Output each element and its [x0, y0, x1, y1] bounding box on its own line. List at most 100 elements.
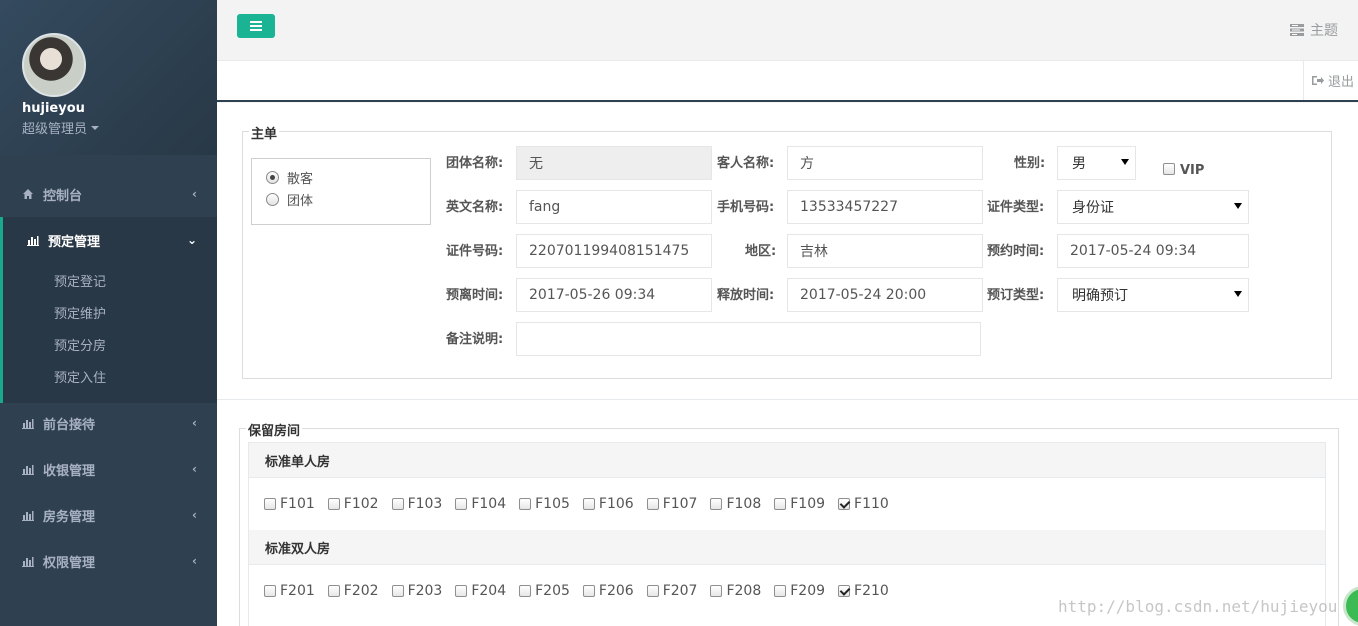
- checkbox[interactable]: [455, 585, 468, 597]
- checkbox[interactable]: [519, 585, 532, 597]
- checkbox[interactable]: [391, 585, 404, 597]
- gender-label: 性别:: [1014, 156, 1046, 171]
- room-checkbox-f110[interactable]: F110: [838, 496, 889, 512]
- user-role-dropdown[interactable]: 超级管理员: [22, 118, 217, 137]
- room-checkbox-f207[interactable]: F207: [646, 583, 697, 599]
- room-label: F107: [662, 496, 698, 512]
- room-checkbox-f201[interactable]: F201: [264, 583, 315, 599]
- room-checkbox-f208[interactable]: F208: [710, 583, 761, 599]
- room-checkbox-f209[interactable]: F209: [774, 583, 825, 599]
- checkbox[interactable]: [838, 585, 851, 597]
- room-checkbox-f205[interactable]: F205: [519, 583, 570, 599]
- sidebar-item-label: 控制台: [43, 188, 83, 204]
- sidebar-toggle-button[interactable]: [237, 14, 275, 38]
- checkbox[interactable]: [327, 498, 340, 510]
- bar-chart-icon: [27, 236, 39, 246]
- room-checkbox-f107[interactable]: F107: [646, 496, 698, 512]
- sidebar-item-permission[interactable]: 权限管理 ‹: [0, 538, 217, 584]
- sidebar-item-housekeeping[interactable]: 房务管理 ‹: [0, 492, 217, 538]
- room-label: F210: [854, 583, 889, 599]
- main-order-legend: 主单: [249, 123, 280, 142]
- room-checkbox-f204[interactable]: F204: [455, 583, 506, 599]
- checkbox[interactable]: [646, 585, 659, 597]
- phone-field[interactable]: 13533457227: [787, 190, 983, 224]
- room-checkbox-f105[interactable]: F105: [519, 496, 570, 512]
- room-checkbox-f104[interactable]: F104: [455, 496, 506, 512]
- departure-time-field[interactable]: 2017-05-26 09:34: [516, 278, 712, 312]
- room-label: F103: [407, 496, 443, 512]
- room-checkbox-f108[interactable]: F108: [710, 496, 761, 512]
- room-label: F101: [280, 496, 315, 512]
- logout-button[interactable]: 退出: [1303, 61, 1358, 100]
- room-group-header: 标准双人房: [249, 530, 1325, 565]
- theme-button[interactable]: 主题: [1290, 20, 1338, 40]
- radio-group[interactable]: 团体: [266, 188, 430, 210]
- sidebar-nav-lower: 前台接待 ‹ 收银管理 ‹ 房务管理 ‹ 权限管理 ‹: [0, 400, 217, 584]
- tab-bar: 退出: [217, 61, 1358, 102]
- id-number-field[interactable]: 220701199408151475: [516, 234, 712, 268]
- gender-value: 男: [1072, 156, 1086, 172]
- sidebar-item-booking[interactable]: 预定管理 ⌄: [0, 217, 217, 263]
- watermark-text: http://blog.csdn.net/hujieyou: [1058, 597, 1338, 616]
- checkbox[interactable]: [774, 498, 787, 510]
- checkbox[interactable]: [327, 585, 340, 597]
- checkbox[interactable]: [710, 498, 723, 510]
- checkbox[interactable]: [264, 585, 276, 597]
- room-checkbox-f102[interactable]: F102: [327, 496, 379, 512]
- room-checkbox-f206[interactable]: F206: [582, 583, 634, 599]
- guest-name-field[interactable]: 方: [787, 146, 983, 180]
- room-checkbox-f109[interactable]: F109: [774, 496, 825, 512]
- checkbox[interactable]: [582, 585, 595, 597]
- remarks-field[interactable]: [516, 322, 981, 356]
- submenu-item-booking-checkin[interactable]: 预定入住: [3, 363, 217, 395]
- room-checkbox-f101[interactable]: F101: [264, 496, 315, 512]
- room-checkbox-f202[interactable]: F202: [327, 583, 379, 599]
- release-time-field[interactable]: 2017-05-24 20:00: [787, 278, 983, 312]
- english-name-field[interactable]: fang: [516, 190, 712, 224]
- booking-type-value: 明确预订: [1072, 288, 1128, 304]
- vip-checkbox[interactable]: VIP: [1163, 160, 1204, 178]
- sidebar-item-cashier[interactable]: 收银管理 ‹: [0, 446, 217, 492]
- avatar[interactable]: [22, 33, 86, 97]
- sidebar-item-dashboard[interactable]: 控制台 ‹: [0, 171, 217, 217]
- submenu-item-booking-assign[interactable]: 预定分房: [3, 331, 217, 363]
- room-label: F201: [280, 583, 315, 599]
- guest-type-group: 散客 团体: [251, 158, 431, 225]
- checkbox[interactable]: [391, 498, 404, 510]
- region-field[interactable]: 吉林: [787, 234, 983, 268]
- room-label: F109: [790, 496, 826, 512]
- radio-individual[interactable]: 散客: [266, 166, 430, 188]
- checkbox[interactable]: [774, 585, 787, 597]
- gender-select[interactable]: 男: [1057, 146, 1136, 180]
- checkbox[interactable]: [582, 498, 595, 510]
- id-type-select[interactable]: 身份证: [1057, 190, 1249, 224]
- submenu-item-booking-maintain[interactable]: 预定维护: [3, 299, 217, 331]
- radio-button[interactable]: [266, 192, 279, 206]
- room-checkbox-f106[interactable]: F106: [582, 496, 634, 512]
- checkbox[interactable]: [455, 498, 468, 510]
- checkbox[interactable]: [264, 498, 276, 510]
- checkbox[interactable]: [710, 585, 723, 597]
- radio-button-checked[interactable]: [266, 170, 279, 184]
- menu-icon: [250, 21, 262, 31]
- group-name-field[interactable]: 无: [516, 146, 712, 180]
- chevron-left-icon: ‹: [192, 508, 197, 522]
- sidebar-item-reception[interactable]: 前台接待 ‹: [0, 400, 217, 446]
- sidebar-item-label: 预定管理: [48, 234, 101, 250]
- checkbox[interactable]: [1163, 163, 1175, 175]
- chevron-left-icon: ‹: [192, 416, 197, 430]
- room-checkbox-f103[interactable]: F103: [391, 496, 443, 512]
- vip-label: VIP: [1180, 163, 1205, 178]
- radio-label: 散客: [287, 171, 314, 187]
- room-checkbox-f210[interactable]: F210: [838, 583, 889, 599]
- section-divider: [217, 399, 1358, 400]
- room-checkbox-f203[interactable]: F203: [391, 583, 442, 599]
- bar-chart-icon: [22, 557, 34, 567]
- checkbox[interactable]: [519, 498, 532, 510]
- booking-type-select[interactable]: 明确预订: [1057, 278, 1249, 312]
- booking-time-field[interactable]: 2017-05-24 09:34: [1057, 234, 1249, 268]
- checkbox[interactable]: [838, 498, 851, 510]
- submenu-item-booking-register[interactable]: 预定登记: [3, 267, 217, 299]
- checkbox[interactable]: [646, 498, 659, 510]
- room-label: F105: [535, 496, 570, 512]
